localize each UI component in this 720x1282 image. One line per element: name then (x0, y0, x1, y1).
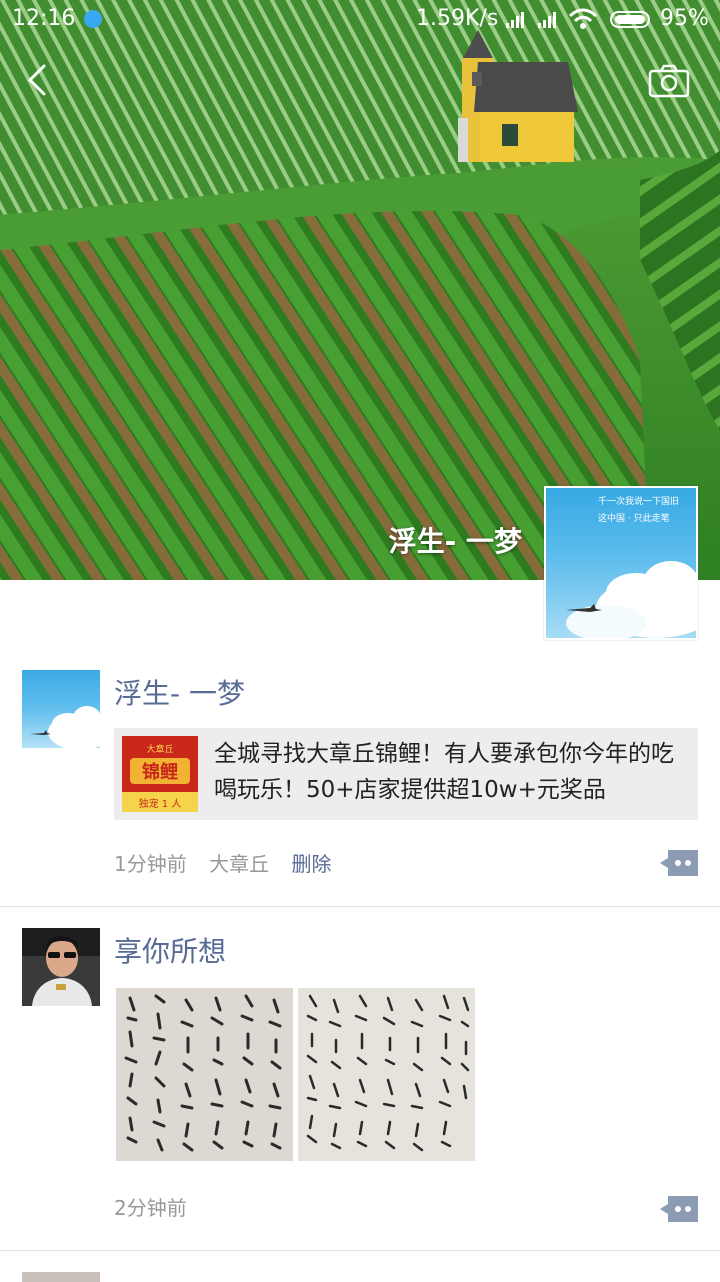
back-arrow-icon[interactable] (22, 62, 58, 98)
network-speed: 1.59K/s (416, 6, 499, 31)
post-meta: 1分钟前 大章丘 删除 (114, 848, 347, 877)
author-name[interactable]: 浮生- 一梦 (114, 672, 245, 712)
post-photo-2[interactable] (298, 988, 475, 1161)
cover-avatar[interactable]: 千一次我说一下国旧 这中国 · 只此走笔 (544, 486, 698, 640)
battery-icon (610, 11, 650, 28)
post-divider (0, 906, 720, 907)
author-name[interactable]: 享你所想 (114, 930, 226, 970)
post-time: 1分钟前 (114, 852, 187, 876)
post-meta: 2分钟前 (114, 1192, 203, 1221)
shared-link-card[interactable]: 大章丘 锦鲤 独宠 1 人 全城寻找大章丘锦鲤！有人要承包你今年的吃喝玩乐！50… (114, 728, 698, 820)
sky-avatar-image (30, 706, 100, 748)
author-avatar[interactable] (22, 928, 100, 1006)
comment-menu-icon[interactable] (658, 850, 698, 876)
comment-menu-icon[interactable] (658, 1196, 698, 1222)
camera-icon[interactable] (648, 64, 690, 98)
cover-user-name[interactable]: 浮生- 一梦 (389, 520, 522, 560)
share-thumbnail: 大章丘 锦鲤 独宠 1 人 (122, 736, 198, 812)
thumb-top-text: 大章丘 (146, 743, 173, 755)
signal-icon (506, 12, 524, 28)
status-time: 12:16 (12, 6, 76, 31)
post-photo-1[interactable] (116, 988, 293, 1161)
author-avatar[interactable] (22, 670, 100, 748)
notification-dot-icon (84, 10, 102, 28)
thumb-bottom-text: 独宠 1 人 (139, 797, 182, 810)
koi-poster-image: 大章丘 锦鲤 独宠 1 人 (122, 736, 198, 812)
delete-button[interactable]: 删除 (291, 852, 331, 876)
author-avatar[interactable] (22, 1272, 100, 1282)
avatar-caption-1: 千一次我说一下国旧 (598, 495, 679, 507)
wifi-icon (568, 8, 598, 29)
person-avatar-image (22, 928, 100, 1006)
thumb-main-text: 锦鲤 (142, 761, 178, 783)
calligraphy-image (116, 988, 293, 1161)
status-bar: 12:16 1.59K/s 95% (0, 0, 720, 38)
post-location[interactable]: 大章丘 (209, 852, 269, 876)
share-title: 全城寻找大章丘锦鲤！有人要承包你今年的吃喝玩乐！50+店家提供超10w+元奖品 (214, 741, 674, 803)
battery-level: 95% (660, 6, 709, 31)
sky-avatar-image: 千一次我说一下国旧 这中国 · 只此走笔 (566, 495, 696, 638)
signal-icon-2 (538, 12, 556, 28)
avatar-caption-2: 这中国 · 只此走笔 (598, 512, 670, 524)
post-divider (0, 1250, 720, 1251)
calligraphy-image (298, 988, 475, 1161)
post-time: 2分钟前 (114, 1196, 187, 1220)
